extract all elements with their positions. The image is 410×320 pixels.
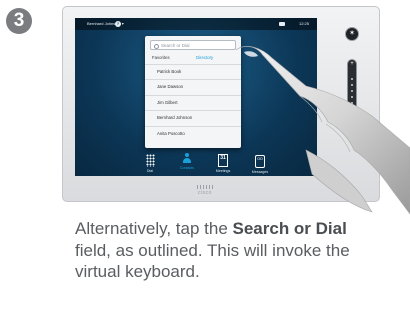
instruction-caption: Alternatively, tap the Search or Dial fi… xyxy=(75,218,365,283)
contacts-label: Contacts xyxy=(179,166,195,170)
contact-list: Patrick Book Jane Dawson Jim Gilbert Ber… xyxy=(145,64,241,141)
help-icon[interactable]: ? xyxy=(115,21,121,27)
dial-grid-icon xyxy=(145,154,155,167)
search-icon xyxy=(154,44,159,49)
step-number-badge: 3 xyxy=(6,8,32,34)
search-or-dial-field[interactable]: Search or Dial xyxy=(150,40,236,50)
chevron-down-icon: ▾ xyxy=(121,21,124,26)
volume-up-icon[interactable]: + xyxy=(348,61,356,67)
volume-down-icon[interactable]: − xyxy=(348,117,356,123)
contact-list-item[interactable]: Jane Dawson xyxy=(145,79,241,94)
dial-label: Dial xyxy=(146,169,154,173)
caption-text-start: Alternatively, tap the xyxy=(75,219,233,238)
contact-list-item[interactable]: Bernhard Johnson xyxy=(145,110,241,125)
contact-list-item[interactable]: Jim Gilbert xyxy=(145,94,241,110)
touch-panel-device: Bernhard Johnson ▾ ? 12:25 Search or Dial… xyxy=(62,6,380,202)
dial-button[interactable]: Dial xyxy=(139,153,161,175)
caption-text-end: field, as outlined. This will invoke the… xyxy=(75,240,350,282)
search-placeholder: Search or Dial xyxy=(161,43,190,48)
touch-screen: Bernhard Johnson ▾ ? 12:25 Search or Dial… xyxy=(75,18,317,176)
meetings-button[interactable]: 31 Meetings xyxy=(212,153,234,175)
tab-favorites[interactable]: Favorites xyxy=(152,54,170,62)
contact-list-item[interactable]: Patrick Book xyxy=(145,64,241,79)
volume-tick xyxy=(351,90,353,92)
contact-tabs: Favorites Directory xyxy=(150,54,236,62)
status-bar: Bernhard Johnson ▾ ? 12:25 xyxy=(75,18,317,30)
volume-tick xyxy=(351,102,353,104)
volume-tick xyxy=(351,78,353,80)
person-icon xyxy=(182,153,192,166)
volume-tick xyxy=(351,84,353,86)
volume-control[interactable]: + − xyxy=(347,59,357,125)
clock-time: 12:25 xyxy=(298,21,309,26)
volume-tick xyxy=(351,96,353,98)
meetings-label: Meetings xyxy=(215,169,231,173)
messages-label: Messages xyxy=(251,170,269,174)
camera-icon[interactable] xyxy=(279,22,285,26)
mic-icon[interactable]: ✶ xyxy=(345,27,359,41)
messages-icon: OO xyxy=(255,155,265,168)
brand-logo: cisco xyxy=(185,185,225,196)
bottom-taskbar: Dial Contacts 31 Meetings OO Messages xyxy=(75,148,317,176)
messages-button[interactable]: OO Messages xyxy=(249,153,271,175)
caption-emphasis: Search or Dial xyxy=(232,219,347,238)
contact-list-item[interactable]: Anita Poscotto xyxy=(145,125,241,141)
search-or-dial-popup: Search or Dial Favorites Directory Patri… xyxy=(145,36,241,148)
brand-name: cisco xyxy=(198,190,212,196)
contacts-button[interactable]: Contacts xyxy=(176,153,198,175)
logo-bars xyxy=(197,185,213,189)
tab-directory[interactable]: Directory xyxy=(196,54,213,62)
calendar-icon: 31 xyxy=(218,154,228,167)
